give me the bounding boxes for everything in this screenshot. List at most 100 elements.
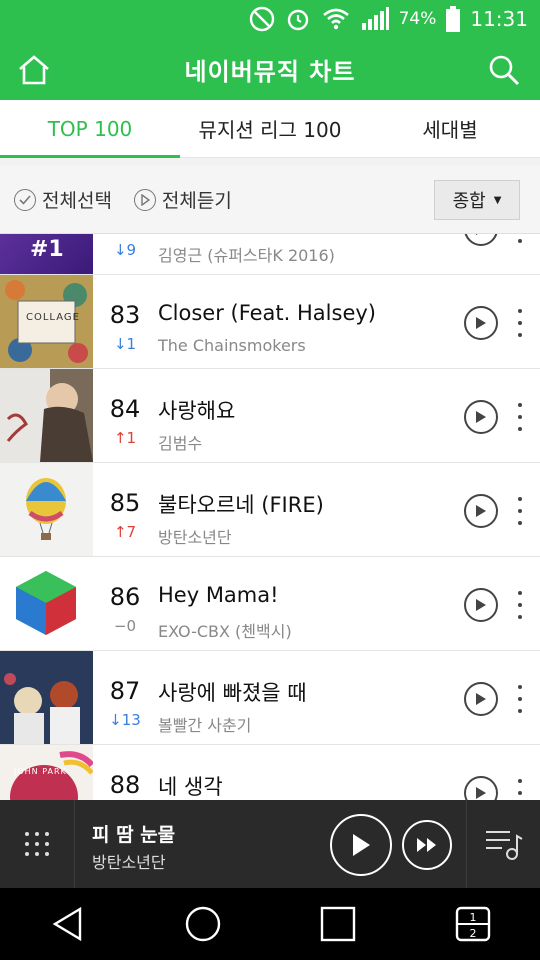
rank-change: ↓13	[109, 711, 141, 729]
select-all-button[interactable]: 전체선택	[14, 186, 112, 213]
play-icon	[476, 599, 486, 611]
more-options-button[interactable]	[512, 309, 528, 337]
up-arrow-icon: ↑	[113, 429, 127, 447]
more-options-button[interactable]	[512, 779, 528, 800]
rank-number: 85	[109, 489, 141, 517]
song-artist: The Chainsmokers	[158, 336, 306, 355]
album-art-text: COLLAGE	[26, 312, 80, 323]
play-button[interactable]	[464, 682, 498, 716]
rank-number: 88	[109, 771, 141, 799]
song-artist: 방탄소년단	[158, 528, 232, 547]
song-artist: EXO-CBX (첸백시)	[158, 622, 292, 641]
rank-number: 83	[109, 301, 141, 329]
tab-top100[interactable]: TOP 100	[0, 100, 180, 158]
status-bar: 74% 11:31	[0, 0, 540, 38]
back-button[interactable]	[38, 894, 98, 954]
album-art: COLLAGE	[0, 275, 93, 368]
home-nav-button[interactable]	[173, 894, 233, 954]
play-all-label: 전체듣기	[161, 190, 232, 212]
album-art-text: JOHN PARK	[14, 767, 67, 776]
home-icon	[19, 55, 49, 85]
recents-icon	[320, 906, 355, 942]
chart-list: #1 ↓9 김영근 (슈퍼스타K 2016) COLLAGE 83 ↓1 Clo…	[0, 234, 540, 800]
play-icon	[476, 505, 486, 517]
play-button[interactable]	[464, 400, 498, 434]
search-icon	[489, 55, 520, 86]
home-circle-icon	[185, 906, 220, 942]
list-item[interactable]: 87 ↓13 사랑에 빠졌을 때 볼빨간 사춘기	[0, 651, 540, 745]
play-button[interactable]	[464, 776, 498, 800]
divider	[0, 158, 540, 166]
more-options-button[interactable]	[512, 497, 528, 525]
app-bar: 네이버뮤직 차트	[0, 38, 540, 100]
chart-tabs: TOP 100 뮤지션 리그 100 세대별	[0, 100, 540, 158]
rank-change: ↓9	[113, 241, 137, 259]
play-button[interactable]	[464, 494, 498, 528]
play-icon	[133, 188, 156, 211]
up-arrow-icon: ↑	[113, 523, 127, 541]
list-item[interactable]: #1 ↓9 김영근 (슈퍼스타K 2016)	[0, 234, 540, 275]
wifi-icon	[321, 7, 351, 31]
album-art-text: #1	[30, 237, 64, 262]
tab-generation[interactable]: 세대별	[360, 100, 540, 157]
list-item[interactable]: 85 ↑7 불타오르네 (FIRE) 방탄소년단	[0, 463, 540, 557]
album-art: JOHN PARK	[0, 745, 93, 800]
play-all-button[interactable]: 전체듣기	[133, 186, 232, 213]
more-options-button[interactable]	[512, 591, 528, 619]
play-button[interactable]	[464, 588, 498, 622]
song-title: 불타오르네 (FIRE)	[158, 493, 324, 517]
home-button[interactable]	[14, 50, 54, 90]
play-icon	[476, 787, 486, 799]
player-play-button[interactable]	[330, 814, 392, 876]
play-button[interactable]	[464, 234, 498, 246]
now-playing-artist: 방탄소년단	[92, 853, 166, 872]
list-item[interactable]: JOHN PARK 88 네 생각	[0, 745, 540, 800]
menu-grid-button[interactable]	[0, 800, 75, 888]
rank-change: ↑7	[113, 523, 137, 541]
list-item[interactable]: 84 ↑1 사랑해요 김범수	[0, 369, 540, 463]
song-artist: 볼빨간 사춘기	[158, 716, 252, 735]
more-options-button[interactable]	[512, 234, 528, 243]
grid-icon	[25, 832, 49, 856]
down-arrow-icon: ↓	[113, 241, 127, 259]
album-art	[0, 369, 93, 462]
play-icon	[353, 834, 370, 856]
list-item[interactable]: COLLAGE 83 ↓1 Closer (Feat. Halsey) The …	[0, 275, 540, 369]
playlist-icon	[485, 831, 523, 860]
song-title: Hey Mama!	[158, 583, 279, 607]
list-item[interactable]: 86 −0 Hey Mama! EXO-CBX (첸백시)	[0, 557, 540, 651]
battery-percent: 74%	[398, 9, 437, 29]
system-nav-bar: 1 2	[0, 888, 540, 960]
rank-number: 84	[109, 395, 141, 423]
playlist-button[interactable]	[466, 800, 540, 888]
rank-change: −0	[113, 617, 137, 635]
next-track-button[interactable]	[402, 820, 452, 870]
sort-label: 종합	[452, 191, 486, 212]
svg-text:2: 2	[469, 927, 476, 940]
rank-change: ↑1	[113, 429, 137, 447]
dual-window-button[interactable]: 1 2	[443, 894, 503, 954]
list-toolbar: 전체선택 전체듣기 종합 ▼	[0, 166, 540, 234]
tab-musician-league[interactable]: 뮤지션 리그 100	[180, 100, 360, 157]
recents-button[interactable]	[308, 894, 368, 954]
down-arrow-icon: ↓	[109, 711, 122, 729]
play-button[interactable]	[464, 306, 498, 340]
fast-forward-icon	[417, 838, 436, 852]
back-icon	[52, 906, 81, 942]
down-arrow-icon: ↓	[113, 335, 127, 353]
album-art	[0, 557, 93, 650]
song-title: 사랑에 빠졌을 때	[158, 681, 307, 705]
play-icon	[476, 693, 486, 705]
check-icon	[14, 188, 36, 211]
search-button[interactable]	[484, 50, 524, 90]
rank-number: 86	[109, 583, 141, 611]
now-playing-title: 피 땀 눈물	[92, 824, 176, 846]
dropdown-arrow-icon: ▼	[493, 194, 502, 206]
song-title: 네 생각	[158, 775, 223, 799]
more-options-button[interactable]	[512, 685, 528, 713]
sort-dropdown[interactable]: 종합 ▼	[434, 180, 520, 220]
play-icon	[476, 234, 478, 235]
album-art	[0, 463, 93, 556]
no-change-icon: −	[113, 617, 127, 635]
more-options-button[interactable]	[512, 403, 528, 431]
